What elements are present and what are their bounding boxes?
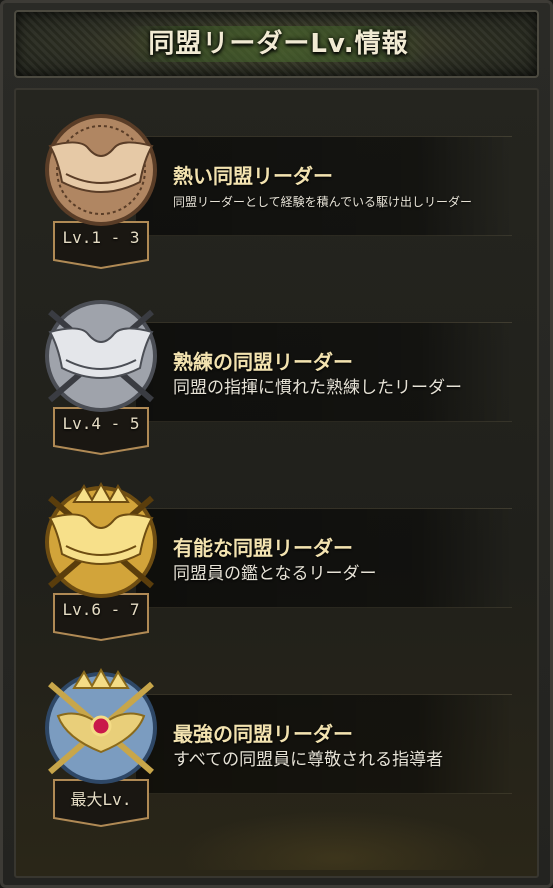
- rank-title: 熟練の同盟リーダー: [173, 350, 353, 374]
- rank-row-3: Lv.6 - 7 有能な同盟リーダー 同盟員の鑑となるリーダー: [16, 462, 541, 642]
- level-range-label: Lv.4 - 5: [62, 414, 140, 433]
- rank-description: 同盟の指揮に慣れた熟練したリーダー: [173, 378, 462, 398]
- rank-title: 有能な同盟リーダー: [173, 536, 353, 560]
- level-range-label: Lv.6 - 7: [62, 600, 140, 619]
- silver-leader-badge-icon: Lv.4 - 5: [40, 296, 162, 456]
- dialog-header: 同盟リーダーLv.情報: [14, 10, 539, 78]
- level-range-label: 最大Lv.: [70, 790, 132, 809]
- rank-description: 同盟員の鑑となるリーダー: [173, 564, 377, 584]
- rank-list-panel: Lv.1 - 3 熱い同盟リーダー 同盟リーダーとして経験を積んでいる駆け出しリ…: [14, 88, 539, 878]
- jeweled-crown-leader-badge-icon: 最大Lv.: [40, 668, 162, 828]
- rank-row-2: Lv.4 - 5 熟練の同盟リーダー 同盟の指揮に慣れた熟練したリーダー: [16, 276, 541, 456]
- dialog-title: 同盟リーダーLv.情報: [148, 29, 409, 59]
- rank-description: すべての同盟員に尊敬される指導者: [173, 750, 444, 770]
- rank-title: 熱い同盟リーダー: [173, 164, 333, 188]
- bronze-leader-badge-icon: Lv.1 - 3: [40, 110, 162, 270]
- level-range-label: Lv.1 - 3: [62, 228, 140, 247]
- panel-glow: [176, 810, 496, 870]
- gold-leader-badge-icon: Lv.6 - 7: [40, 482, 162, 642]
- rank-row-1: Lv.1 - 3 熱い同盟リーダー 同盟リーダーとして経験を積んでいる駆け出しリ…: [16, 90, 541, 270]
- rank-description: 同盟リーダーとして経験を積んでいる駆け出しリーダー: [173, 195, 473, 209]
- rank-row-4: 最大Lv. 最強の同盟リーダー すべての同盟員に尊敬される指導者: [16, 648, 541, 828]
- rank-title: 最強の同盟リーダー: [173, 722, 353, 746]
